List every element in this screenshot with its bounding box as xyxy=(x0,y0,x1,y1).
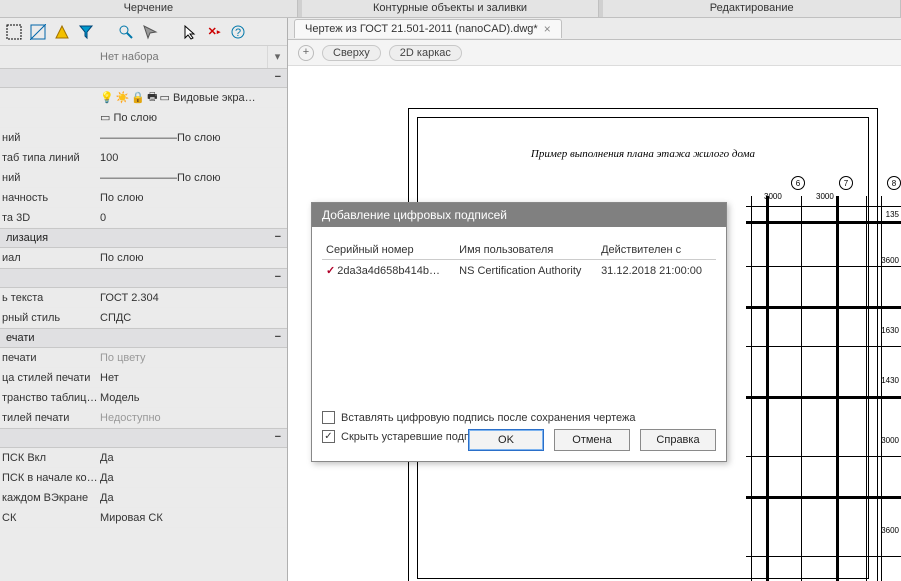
group-plot[interactable]: ечати− xyxy=(0,328,287,348)
select-window-icon[interactable] xyxy=(6,24,22,40)
prop-layer-value: Видовые экра… xyxy=(173,92,256,104)
checkbox-icon[interactable] xyxy=(322,411,335,424)
prop-plot-styles-avail[interactable]: тилей печати Недоступно xyxy=(0,408,287,428)
zoom-icon[interactable] xyxy=(118,24,134,40)
add-view-button[interactable]: + xyxy=(298,45,314,61)
prop-plotstyle[interactable]: печати По цвету xyxy=(0,348,287,368)
paint-icon[interactable] xyxy=(54,24,70,40)
prop-material[interactable]: иал По слою xyxy=(0,248,287,268)
col-serial[interactable]: Серийный номер xyxy=(322,241,455,260)
view-orientation-pill[interactable]: Сверху xyxy=(322,45,381,61)
delete-icon[interactable]: ✕▸ xyxy=(206,24,222,40)
document-tab[interactable]: Чертеж из ГОСТ 21.501-2011 (nanoCAD).dwg… xyxy=(294,19,562,38)
cancel-button[interactable]: Отмена xyxy=(554,429,630,451)
prop-bylayer-1[interactable]: ▭ По слою xyxy=(0,108,287,128)
axis-markers: 6 7 8 xyxy=(791,176,901,196)
rect-icon: ▭ xyxy=(160,91,170,104)
col-valid[interactable]: Действителен с xyxy=(597,241,716,260)
collapse-icon[interactable]: − xyxy=(275,331,281,343)
prop-plot-space[interactable]: транство таблиц… Модель xyxy=(0,388,287,408)
sun-icon: ☀️ xyxy=(116,91,130,104)
collapse-icon[interactable]: − xyxy=(275,431,281,443)
selection-value: Нет набора xyxy=(98,51,267,63)
prop-ucs-on[interactable]: ПСК Вкл Да xyxy=(0,448,287,468)
selection-row[interactable]: Нет набора ▾ xyxy=(0,46,287,68)
axis-circle: 7 xyxy=(839,176,853,190)
document-tab-title: Чертеж из ГОСТ 21.501-2011 (nanoCAD).dwg… xyxy=(305,23,538,35)
prop-linetype[interactable]: ний ———————По слою xyxy=(0,128,287,148)
collapse-icon[interactable]: − xyxy=(275,71,281,83)
selection-dropdown-icon[interactable]: ▾ xyxy=(267,46,287,68)
axis-circle: 6 xyxy=(791,176,805,190)
checkbox-insert-after-save[interactable]: Вставлять цифровую подпись после сохране… xyxy=(322,411,716,424)
prop-height3d[interactable]: та 3D 0 xyxy=(0,208,287,228)
floor-plan: 3000 3000 135 3600 1630 1430 3000 3600 xyxy=(746,196,901,581)
prop-plot-table[interactable]: ца стилей печати Нет xyxy=(0,368,287,388)
group-text[interactable]: − xyxy=(0,268,287,288)
svg-text:?: ? xyxy=(235,27,241,39)
col-user[interactable]: Имя пользователя xyxy=(455,241,597,260)
prop-ucs-vp[interactable]: каждом ВЭкране Да xyxy=(0,488,287,508)
printer-icon: 🖶 xyxy=(147,88,157,107)
digital-signature-dialog: Добавление цифровых подписей Серийный но… xyxy=(311,202,727,462)
axis-circle: 8 xyxy=(887,176,901,190)
lightbulb-icon: 💡 xyxy=(100,91,114,104)
group-ucs[interactable]: − xyxy=(0,428,287,448)
prop-ltscale[interactable]: таб типа линий 100 xyxy=(0,148,287,168)
cursor-icon[interactable] xyxy=(182,24,198,40)
prop-textstyle[interactable]: ь текста ГОСТ 2.304 xyxy=(0,288,287,308)
view-controls: + Сверху 2D каркас xyxy=(288,40,901,66)
properties-toolbar: ✕▸ ? xyxy=(0,18,287,46)
prop-transparency[interactable]: начность По слою xyxy=(0,188,287,208)
group-general[interactable]: − xyxy=(0,68,287,88)
close-icon[interactable]: × xyxy=(544,22,551,36)
collapse-icon[interactable]: − xyxy=(275,271,281,283)
square-color-icon: ▭ xyxy=(100,112,113,124)
checkbox-label: Скрыть устаревшие подписи xyxy=(341,431,488,443)
prop-lineweight[interactable]: ний ———————По слою xyxy=(0,168,287,188)
lock-icon: 🔒 xyxy=(131,91,145,104)
signature-table[interactable]: Серийный номер Имя пользователя Действит… xyxy=(322,241,716,281)
prop-ucs-world[interactable]: СК Мировая СК xyxy=(0,508,287,528)
group-visualization[interactable]: лизация− xyxy=(0,228,287,248)
select-crossing-icon[interactable] xyxy=(30,24,46,40)
ribbon-tab-contours[interactable]: Контурные объекты и заливки xyxy=(302,0,600,17)
drawing-title: Пример выполнения плана этажа жилого дом… xyxy=(418,148,868,160)
collapse-icon[interactable]: − xyxy=(275,231,281,243)
help-icon[interactable]: ? xyxy=(230,24,246,40)
help-button[interactable]: Справка xyxy=(640,429,716,451)
dialog-title: Добавление цифровых подписей xyxy=(312,203,726,227)
prop-ucs-origin[interactable]: ПСК в начале ко… Да xyxy=(0,468,287,488)
document-tabbar: Чертеж из ГОСТ 21.501-2011 (nanoCAD).dwg… xyxy=(288,18,901,40)
checkbox-icon[interactable]: ✓ xyxy=(322,430,335,443)
prop-layer[interactable]: 💡 ☀️ 🔒 🖶 ▭ Видовые экра… xyxy=(0,88,287,108)
prop-dimstyle[interactable]: рный стиль СПДС xyxy=(0,308,287,328)
check-icon: ✓ xyxy=(326,265,335,277)
properties-panel: ✕▸ ? Нет набора ▾ − 💡 ☀️ 🔒 🖶 ▭ Видовые э… xyxy=(0,18,288,581)
view-style-pill[interactable]: 2D каркас xyxy=(389,45,462,61)
filter-icon[interactable] xyxy=(78,24,94,40)
pick-icon[interactable] xyxy=(142,24,158,40)
ribbon-bar: Черчение Контурные объекты и заливки Ред… xyxy=(0,0,901,18)
ribbon-tab-editing[interactable]: Редактирование xyxy=(603,0,901,17)
ok-button[interactable]: OK xyxy=(468,429,544,451)
table-row[interactable]: ✓2da3a4d658b414b… NS Certification Autho… xyxy=(322,260,716,282)
checkbox-label: Вставлять цифровую подпись после сохране… xyxy=(341,412,636,424)
ribbon-tab-drafting[interactable]: Черчение xyxy=(0,0,298,17)
